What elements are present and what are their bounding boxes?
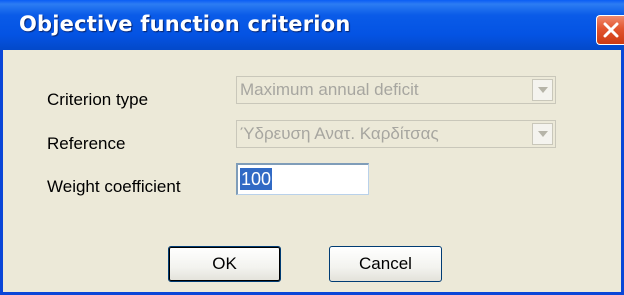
chevron-down-icon <box>538 131 548 137</box>
weight-coefficient-input[interactable]: 100 <box>236 163 369 195</box>
weight-coefficient-label: Weight coefficient <box>47 177 181 196</box>
reference-dropdown-button[interactable] <box>532 123 553 145</box>
ok-button[interactable]: OK <box>168 246 281 282</box>
weight-coefficient-value: 100 <box>240 168 273 190</box>
chevron-down-icon <box>538 87 548 93</box>
criterion-type-label: Criterion type <box>47 90 149 109</box>
title-bar[interactable]: Objective function criterion <box>0 0 624 50</box>
criterion-type-select[interactable]: Maximum annual deficit <box>236 76 556 104</box>
criterion-type-dropdown-button[interactable] <box>532 79 553 101</box>
reference-value: Ύδρευση Ανατ. Καρδίτσας <box>240 124 439 143</box>
dialog-title: Objective function criterion <box>19 12 351 36</box>
cancel-button[interactable]: Cancel <box>329 246 442 282</box>
close-icon <box>603 22 619 38</box>
close-button[interactable] <box>596 15 624 45</box>
reference-select[interactable]: Ύδρευση Ανατ. Καρδίτσας <box>236 120 556 148</box>
criterion-type-value: Maximum annual deficit <box>240 80 419 99</box>
reference-label: Reference <box>47 134 126 153</box>
